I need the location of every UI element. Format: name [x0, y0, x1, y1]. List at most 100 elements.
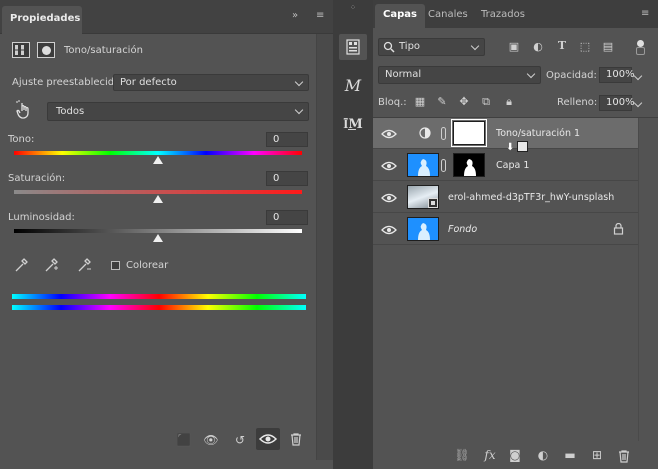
- type-filter-icon[interactable]: T: [555, 39, 569, 52]
- fill-dropdown-arrow[interactable]: [633, 98, 643, 108]
- input-color-spectrum: [12, 294, 306, 299]
- tab-capas[interactable]: Capas: [375, 4, 425, 28]
- layer-name[interactable]: erol-ahmed-d3pTF3r_hwY-unsplash: [448, 192, 614, 203]
- toggle-visibility-button[interactable]: [256, 428, 280, 450]
- eye-icon: [258, 434, 278, 444]
- collapsed-panels-strip: ⁘ M Ī͟M: [333, 0, 373, 469]
- person-silhouette-icon: [418, 223, 430, 240]
- layer-thumbnail[interactable]: [407, 185, 439, 209]
- view-previous-state-icon[interactable]: 👁: [200, 430, 222, 450]
- hue-input[interactable]: 0: [266, 132, 308, 147]
- lock-artboard-icon[interactable]: ⧉: [479, 95, 493, 109]
- hue-label: Tono:: [8, 134, 35, 145]
- filter-toggle-switch[interactable]: [635, 38, 645, 56]
- hue-slider-thumb[interactable]: [153, 156, 163, 164]
- lightness-slider-thumb[interactable]: [153, 234, 163, 242]
- layer-row-fondo[interactable]: Fondo: [373, 214, 638, 245]
- lock-icon[interactable]: [613, 223, 624, 235]
- layer-name[interactable]: Fondo: [448, 224, 477, 235]
- layer-style-fx-icon[interactable]: fx: [479, 445, 501, 465]
- adjustment-name: Tono/saturación: [64, 45, 143, 56]
- layer-row-smart-object[interactable]: erol-ahmed-d3pTF3r_hwY-unsplash: [373, 182, 638, 213]
- saturation-slider-thumb[interactable]: [153, 195, 163, 203]
- lightness-slider-track[interactable]: [14, 229, 302, 233]
- brush-preset-icon[interactable]: M: [339, 73, 367, 99]
- adjustment-layer-icon[interactable]: [12, 42, 30, 58]
- lock-image-pixels-icon[interactable]: ✎: [435, 95, 449, 108]
- layer-name[interactable]: Capa 1: [496, 160, 529, 171]
- layer-row-capa-1[interactable]: Capa 1: [373, 150, 638, 181]
- trash-icon[interactable]: [617, 449, 631, 463]
- layer-name[interactable]: Tono/saturación 1: [496, 128, 580, 139]
- pixel-filter-icon[interactable]: ▣: [507, 40, 521, 53]
- properties-panel: Propiedades » ≡ Tono/saturación Ajuste p…: [0, 0, 333, 469]
- fill-input[interactable]: 100%: [599, 95, 635, 111]
- mask-link-icon[interactable]: [441, 159, 446, 172]
- layer-mask-thumbnail[interactable]: [453, 153, 485, 177]
- properties-tab-bar: Propiedades » ≡: [0, 0, 333, 34]
- shape-filter-icon[interactable]: ⬚: [578, 40, 592, 53]
- mask-silhouette-icon: [464, 159, 476, 176]
- lock-all-icon[interactable]: 🔒︎: [502, 95, 516, 109]
- eyedropper-icon[interactable]: [14, 257, 28, 273]
- layer-thumbnail[interactable]: [407, 217, 439, 241]
- dock-grip-icon[interactable]: ⁘: [339, 3, 367, 15]
- lock-transparent-pixels-icon[interactable]: ▦: [413, 95, 427, 108]
- clip-to-layer-icon[interactable]: ⬛: [173, 430, 195, 450]
- opacity-dropdown-arrow[interactable]: [633, 71, 643, 81]
- eyedropper-add-icon[interactable]: [44, 257, 58, 273]
- lock-label: Bloq.:: [378, 97, 407, 108]
- layer-mask-icon[interactable]: [37, 42, 55, 58]
- output-color-spectrum: [12, 305, 306, 310]
- saturation-input[interactable]: 0: [266, 171, 308, 186]
- link-layers-icon[interactable]: ⛓: [451, 445, 473, 465]
- add-mask-icon[interactable]: ◙: [504, 445, 526, 465]
- mask-link-icon[interactable]: [441, 127, 446, 140]
- layers-footer: ⛓ fx ◙ ◐ ▬ ⊞: [373, 441, 658, 469]
- reset-adjustments-icon[interactable]: ↺: [229, 430, 251, 450]
- person-silhouette-icon: [418, 159, 430, 176]
- visibility-eye-icon[interactable]: [381, 129, 397, 139]
- opacity-label: Opacidad:: [546, 70, 597, 81]
- eyedropper-subtract-icon[interactable]: [77, 257, 91, 273]
- new-layer-icon[interactable]: ⊞: [586, 445, 608, 465]
- smart-object-badge-icon: [428, 198, 438, 208]
- preset-dropdown[interactable]: Por defecto: [113, 74, 309, 91]
- preset-label: Ajuste preestablecido:: [12, 77, 124, 88]
- colorize-checkbox[interactable]: [111, 261, 120, 270]
- colorize-label: Colorear: [126, 260, 169, 271]
- opacity-input[interactable]: 100%: [599, 67, 635, 83]
- hue-slider-track[interactable]: [14, 151, 302, 155]
- blend-mode-dropdown[interactable]: Normal: [378, 66, 541, 84]
- properties-scrollbar[interactable]: [316, 34, 333, 460]
- panel-menu-icon[interactable]: ≡: [316, 10, 324, 21]
- collapse-panel-button[interactable]: »: [292, 10, 298, 21]
- new-group-folder-icon[interactable]: ▬: [559, 445, 581, 465]
- layer-thumbnail[interactable]: [407, 153, 439, 177]
- fill-label: Relleno:: [557, 97, 598, 108]
- properties-panel-button[interactable]: [339, 34, 367, 60]
- lightness-input[interactable]: 0: [266, 210, 308, 225]
- properties-icon: [346, 39, 360, 55]
- visibility-eye-icon[interactable]: [381, 161, 397, 171]
- lock-position-icon[interactable]: ✥: [457, 95, 471, 108]
- saturation-label: Saturación:: [8, 173, 66, 184]
- hand-target-icon[interactable]: [14, 100, 34, 120]
- new-adjustment-layer-icon[interactable]: ◐: [532, 445, 554, 465]
- adjustment-filter-icon[interactable]: ◐: [531, 40, 545, 53]
- glyphs-icon[interactable]: Ī͟M: [339, 112, 367, 138]
- search-icon: [383, 41, 395, 53]
- hue-saturation-adjustment-icon: [419, 127, 431, 139]
- adjustment-mask-thumbnail[interactable]: [451, 119, 487, 147]
- channel-dropdown[interactable]: Todos: [47, 102, 309, 121]
- smart-object-filter-icon[interactable]: ▤: [601, 40, 615, 53]
- visibility-eye-icon[interactable]: [381, 225, 397, 235]
- saturation-slider-track[interactable]: [14, 190, 302, 194]
- trash-icon[interactable]: [289, 432, 303, 446]
- tab-trazados[interactable]: Trazados: [473, 4, 533, 28]
- layers-menu-icon[interactable]: ≡: [641, 8, 649, 19]
- tab-canales[interactable]: Canales: [420, 4, 476, 28]
- tab-propiedades[interactable]: Propiedades: [2, 6, 82, 34]
- layers-scrollbar[interactable]: [638, 118, 658, 441]
- visibility-eye-icon[interactable]: [381, 193, 397, 203]
